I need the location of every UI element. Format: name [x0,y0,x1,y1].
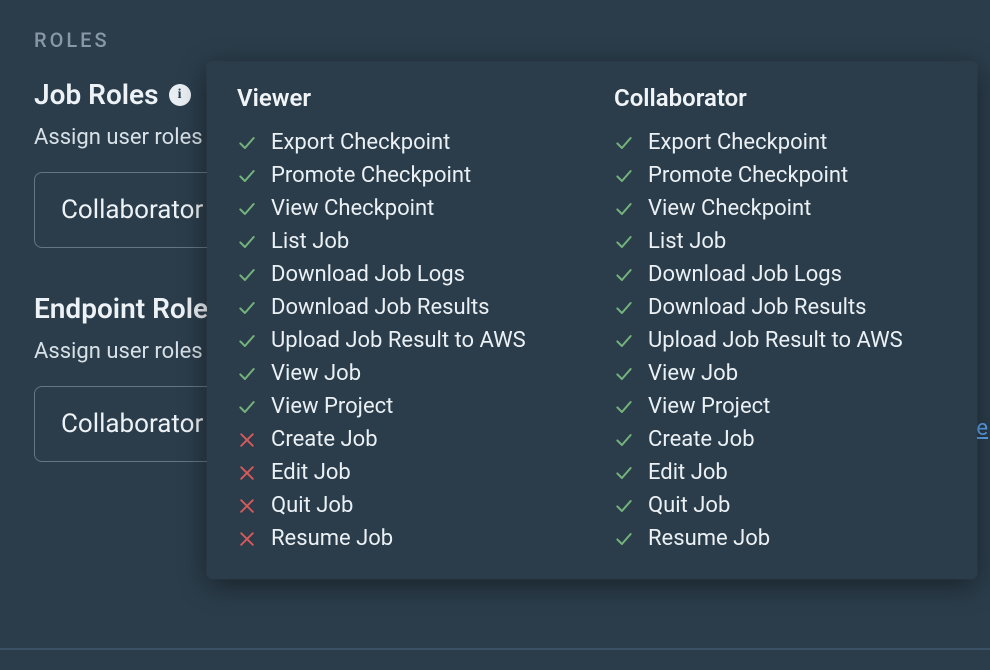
permission-row: Upload Job Result to AWS [237,324,570,357]
permission-row: List Job [614,225,947,258]
permission-row: View Checkpoint [237,192,570,225]
roles-settings-page: ROLES Job Roles i Assign user roles Coll… [0,0,990,670]
permission-row: Download Job Results [614,291,947,324]
permission-label: Resume Job [271,526,393,551]
permission-label: List Job [271,229,349,254]
permission-label: Edit Job [648,460,728,485]
check-icon [237,232,257,252]
role-permissions-popover: Viewer Export Checkpoint Promote Checkpoin… [207,62,977,579]
permission-row: Resume Job [237,522,570,555]
permissions-column-title: Collaborator [614,84,947,112]
permission-label: Promote Checkpoint [271,163,471,188]
permission-label: Upload Job Result to AWS [648,328,903,353]
permission-label: Download Job Logs [648,262,842,287]
check-icon [614,529,634,549]
permission-row: View Project [614,390,947,423]
check-icon [614,430,634,450]
permission-label: View Job [648,361,738,386]
x-icon [237,496,257,516]
permission-label: List Job [648,229,726,254]
x-icon [237,430,257,450]
permission-label: Upload Job Result to AWS [271,328,526,353]
permission-row: Promote Checkpoint [614,159,947,192]
permission-label: Download Job Results [648,295,867,320]
permission-label: Create Job [648,427,755,452]
check-icon [237,364,257,384]
permission-row: Upload Job Result to AWS [614,324,947,357]
check-icon [614,397,634,417]
permission-label: View Checkpoint [648,196,811,221]
link-fragment[interactable]: e [976,416,988,441]
check-icon [237,199,257,219]
permission-row: Promote Checkpoint [237,159,570,192]
check-icon [614,463,634,483]
permissions-column: Collaborator Export Checkpoint Promote Che… [614,84,947,555]
check-icon [614,364,634,384]
check-icon [614,298,634,318]
permission-row: Edit Job [237,456,570,489]
permission-label: Edit Job [271,460,351,485]
check-icon [614,232,634,252]
section-divider [0,648,990,650]
permission-row: Create Job [237,423,570,456]
permissions-column: Viewer Export Checkpoint Promote Checkpoin… [237,84,570,555]
section-label: ROLES [34,28,956,52]
permission-row: Edit Job [614,456,947,489]
permission-row: View Job [237,357,570,390]
permission-label: Download Job Logs [271,262,465,287]
permission-row: List Job [237,225,570,258]
permission-row: View Project [237,390,570,423]
permission-row: Export Checkpoint [614,126,947,159]
permission-label: Resume Job [648,526,770,551]
job-roles-heading: Job Roles [34,78,159,111]
permission-label: Quit Job [271,493,353,518]
check-icon [614,133,634,153]
permission-label: Export Checkpoint [648,130,827,155]
permission-label: View Checkpoint [271,196,434,221]
check-icon [237,166,257,186]
check-icon [614,496,634,516]
permission-label: View Project [271,394,393,419]
check-icon [237,133,257,153]
permission-row: View Checkpoint [614,192,947,225]
permission-label: Export Checkpoint [271,130,450,155]
permission-label: Download Job Results [271,295,490,320]
permission-row: Export Checkpoint [237,126,570,159]
permission-label: Promote Checkpoint [648,163,848,188]
permissions-column-title: Viewer [237,84,570,112]
check-icon [237,265,257,285]
check-icon [614,199,634,219]
endpoint-roles-heading: Endpoint Roles [34,292,222,325]
permission-row: Quit Job [614,489,947,522]
permission-row: Download Job Results [237,291,570,324]
endpoint-roles-dropdown-value: Collaborator [61,409,203,439]
permission-row: Create Job [614,423,947,456]
x-icon [237,463,257,483]
permission-label: View Project [648,394,770,419]
permission-label: View Job [271,361,361,386]
permission-row: Download Job Logs [237,258,570,291]
check-icon [237,397,257,417]
job-roles-dropdown-value: Collaborator [61,195,203,225]
check-icon [614,331,634,351]
permission-row: Quit Job [237,489,570,522]
permission-label: Create Job [271,427,378,452]
check-icon [614,265,634,285]
check-icon [237,331,257,351]
permission-row: View Job [614,357,947,390]
check-icon [614,166,634,186]
check-icon [237,298,257,318]
permission-row: Download Job Logs [614,258,947,291]
permission-row: Resume Job [614,522,947,555]
info-icon[interactable]: i [169,84,191,106]
permission-label: Quit Job [648,493,730,518]
x-icon [237,529,257,549]
